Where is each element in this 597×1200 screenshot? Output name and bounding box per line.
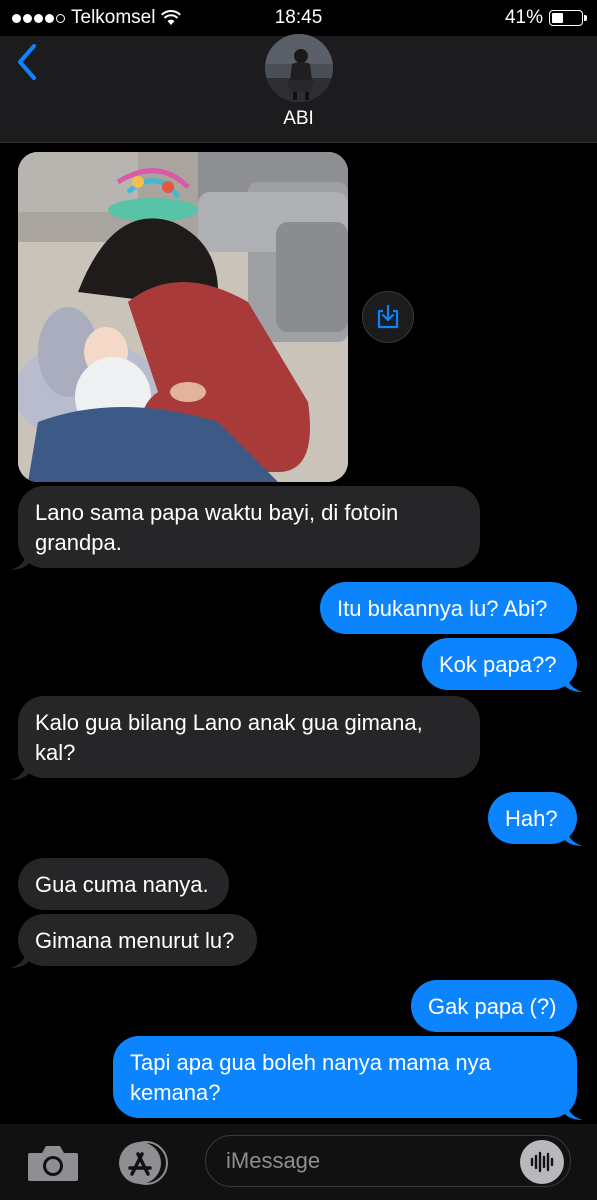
audio-waveform-icon[interactable] <box>520 1140 564 1184</box>
bubble-tail <box>563 1098 583 1120</box>
bubble-tail <box>10 548 30 570</box>
battery-group: 41% <box>504 7 587 29</box>
bubble-tail <box>563 824 583 846</box>
save-download-icon[interactable] <box>362 291 414 343</box>
battery-icon <box>549 10 587 26</box>
message-bubble-outgoing[interactable]: Gak papa (?) <box>411 980 577 1032</box>
bubble-tail <box>10 758 30 780</box>
photo-image <box>18 152 348 482</box>
imessage-input[interactable] <box>205 1135 571 1187</box>
bubble-tail <box>563 670 583 692</box>
message-bubble-outgoing[interactable]: Tapi apa gua boleh nanya mama nya kemana… <box>113 1036 577 1118</box>
message-bubble-outgoing[interactable]: Kok papa?? <box>422 638 577 690</box>
message-bubble-incoming[interactable]: Gua cuma nanya. <box>18 858 229 910</box>
app-store-icon[interactable] <box>112 1140 168 1186</box>
battery-percent: 41% <box>504 7 543 28</box>
contact-avatar[interactable] <box>265 34 333 102</box>
bubble-tail <box>10 946 30 968</box>
message-bubble-incoming[interactable]: Lano sama papa waktu bayi, di fotoin gra… <box>18 486 480 568</box>
message-photo[interactable] <box>18 152 348 482</box>
message-bubble-outgoing[interactable]: Itu bukannya lu? Abi? <box>320 582 577 634</box>
composer-bar <box>0 1124 597 1200</box>
message-bubble-incoming[interactable]: Kalo gua bilang Lano anak gua gimana, ka… <box>18 696 480 778</box>
message-bubble-incoming[interactable]: Gimana menurut lu? <box>18 914 257 966</box>
contact-name[interactable]: ABI <box>0 108 597 130</box>
status-bar: Telkomsel 18:45 41% <box>0 0 597 36</box>
conversation-header: ABI <box>0 34 597 143</box>
back-chevron-icon[interactable] <box>14 40 44 84</box>
camera-icon[interactable] <box>26 1143 80 1183</box>
